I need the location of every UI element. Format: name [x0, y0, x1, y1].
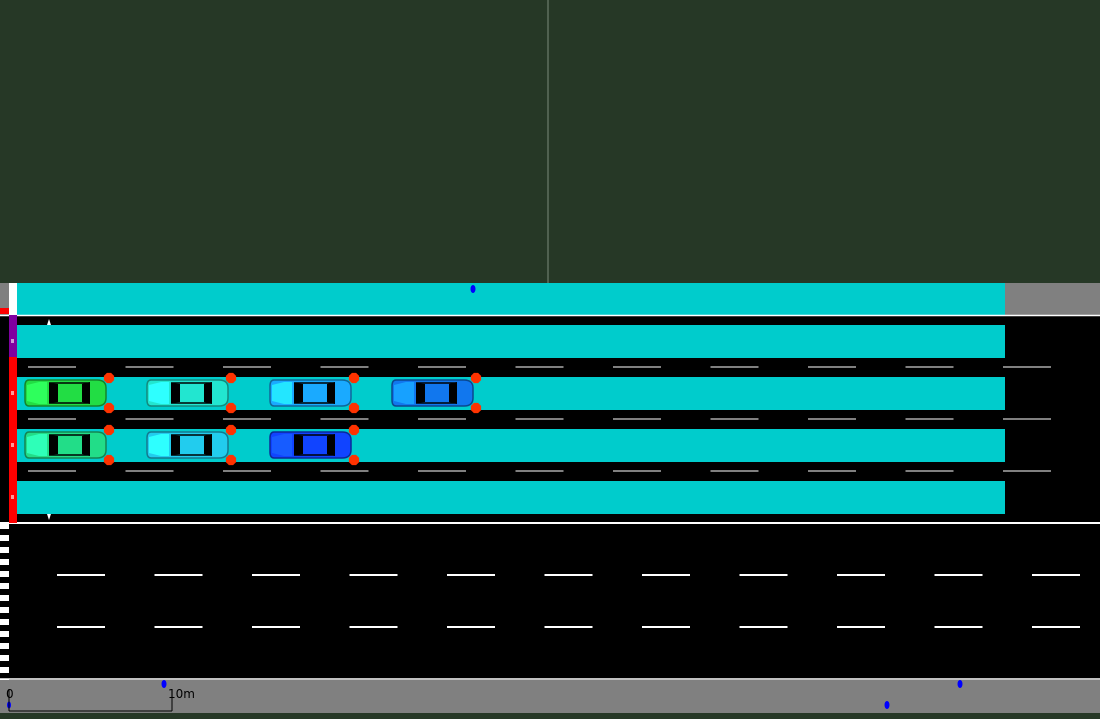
poi-marker-top[interactable]: [470, 285, 476, 293]
vehicle-glass: [327, 382, 335, 404]
checker-square: [0, 535, 9, 541]
signal-index-mark: [11, 443, 14, 447]
vehicle-headlight: [225, 372, 237, 384]
checker-square: [0, 583, 9, 589]
vehicle-rear-window: [272, 382, 292, 404]
vehicle-headlight: [225, 424, 237, 436]
checker-square: [0, 607, 9, 613]
checker-square: [0, 547, 9, 553]
vehicle-roof: [425, 385, 449, 401]
checker-square: [0, 559, 9, 565]
vehicle-headlight: [470, 372, 482, 384]
signal-index-mark: [11, 339, 14, 343]
network-canvas[interactable]: 0 10m: [0, 0, 1100, 719]
vehicle-rear-window: [149, 382, 169, 404]
scale-start-label: 0: [6, 687, 14, 701]
vehicle-glass: [49, 383, 58, 403]
lane-highlight-3[interactable]: [17, 481, 1005, 514]
vehicle-rear-window: [272, 434, 292, 456]
sidewalk-top-highlight[interactable]: [17, 283, 1005, 315]
vehicle-glass: [294, 383, 303, 403]
vehicle-roof: [180, 385, 204, 401]
vehicle-rear-window: [27, 434, 47, 456]
vehicle-glass: [171, 383, 180, 403]
vehicle-headlight: [103, 424, 115, 436]
signal-index-mark: [11, 495, 14, 499]
poi-marker-bottom-right[interactable]: [957, 680, 963, 688]
vehicle-headlight: [225, 454, 237, 466]
vehicle-headlight: [470, 402, 482, 414]
vehicle-glass: [171, 435, 180, 455]
vehicle-headlight: [103, 402, 115, 414]
checker-square: [0, 655, 9, 661]
vehicle-glass: [449, 382, 457, 404]
checker-square: [0, 571, 9, 577]
scale-end-label: 10m: [168, 687, 195, 701]
vehicle-headlight: [103, 372, 115, 384]
vehicle-glass: [82, 434, 90, 456]
vehicle-roof: [180, 437, 204, 453]
vehicle-headlight: [348, 424, 360, 436]
poi-marker-bottom[interactable]: [884, 701, 890, 709]
vehicle-roof: [58, 385, 82, 401]
vehicle-glass: [82, 382, 90, 404]
signal-bar-purple: [9, 315, 17, 357]
signal-index-mark: [11, 391, 14, 395]
vehicle-glass: [294, 435, 303, 455]
checker-red-square: [0, 308, 9, 314]
checker-square: [0, 667, 9, 673]
crossing-marker-top: [9, 283, 17, 315]
vehicle-rear-window: [394, 382, 414, 404]
vehicle-glass: [204, 434, 212, 456]
vehicle-headlight: [348, 372, 360, 384]
lane-highlight-0[interactable]: [17, 325, 1005, 358]
vehicle-glass: [49, 435, 58, 455]
vehicle-roof: [58, 437, 82, 453]
vehicle-roof: [303, 437, 327, 453]
checker-square: [0, 595, 9, 601]
vehicle-headlight: [103, 454, 115, 466]
vehicle-rear-window: [27, 382, 47, 404]
checker-square: [0, 523, 9, 529]
vehicle-headlight: [225, 402, 237, 414]
vehicle-glass: [327, 434, 335, 456]
checker-square: [0, 631, 9, 637]
vehicle-glass: [416, 383, 425, 403]
vehicle-headlight: [348, 454, 360, 466]
checker-square: [0, 619, 9, 625]
checker-square: [0, 643, 9, 649]
simulation-view[interactable]: 0 10m: [0, 0, 1100, 719]
poi-marker-scale[interactable]: [161, 680, 167, 688]
vehicle-glass: [204, 382, 212, 404]
grass-bottom: [0, 713, 1100, 719]
vehicle-headlight: [348, 402, 360, 414]
vehicle-rear-window: [149, 434, 169, 456]
vehicle-roof: [303, 385, 327, 401]
